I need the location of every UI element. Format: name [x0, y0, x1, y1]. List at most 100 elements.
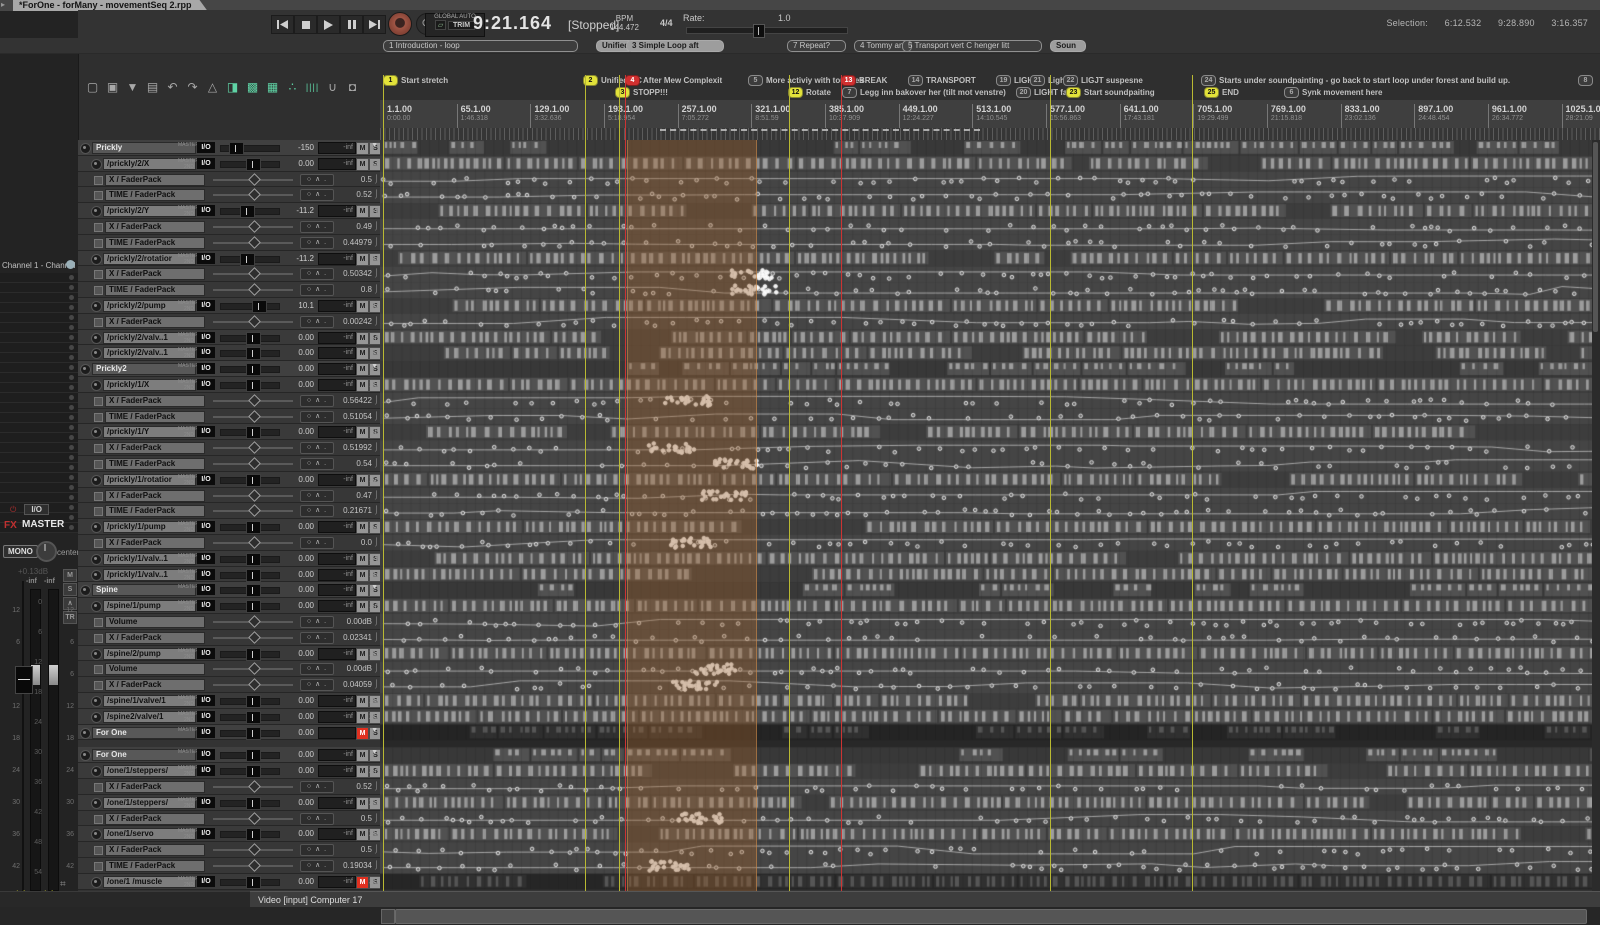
io-button[interactable]: I/O [197, 648, 215, 659]
envelope-lane-panel[interactable]: X / FaderPack○ ∧ .0.00242⌡ [78, 314, 380, 330]
envelope-lane-panel[interactable]: X / FaderPack○ ∧ .0.52⌡ [78, 779, 380, 795]
automation-items-icon[interactable]: ∴ [284, 77, 301, 96]
envelope-slider-handle[interactable] [248, 859, 261, 872]
track-panel[interactable]: /prickly/2/XMASTER2NDI/O0.00-infMS3 [78, 156, 380, 172]
volume-fader-handle[interactable] [246, 474, 261, 487]
volume-fader-handle[interactable] [246, 584, 261, 597]
envelope-arm-checkbox[interactable] [94, 681, 103, 690]
record-arm-button[interactable] [91, 380, 102, 391]
volume-fader[interactable] [220, 730, 280, 737]
envelope-mode-icon[interactable]: ⌡ [374, 616, 379, 625]
volume-fader[interactable] [220, 477, 280, 484]
envelope-lane-panel[interactable]: X / FaderPack○ ∧ .0.0⌡ [78, 535, 380, 551]
marker[interactable]: 4After Mew Complexit [625, 75, 722, 86]
region-pill[interactable]: 5 Transport vert C henger litt [902, 40, 1042, 52]
channel-list-item[interactable] [0, 323, 78, 333]
region-pill[interactable]: 3 Simple Loop aft [626, 40, 724, 52]
app-menu-icon[interactable]: ▸ [1, 0, 5, 9]
envelope-mode-icon[interactable]: ⌡ [374, 679, 379, 688]
arrange-items-canvas[interactable] [380, 140, 1600, 891]
envelope-mode-icon[interactable]: ⌡ [374, 221, 379, 230]
folder-collapse-arrow[interactable]: ▼ [371, 363, 378, 370]
play-button[interactable] [317, 15, 340, 34]
ruler-tick[interactable]: 321.1.008:51.59 [751, 104, 790, 128]
volume-fader-handle[interactable] [246, 569, 261, 582]
envelope-slider-handle[interactable] [248, 489, 261, 502]
envelope-lane-panel[interactable]: Volume○ ∧ .0.00dB⌡ [78, 614, 380, 630]
ruler-tick[interactable]: 129.1.003:32.636 [530, 104, 569, 128]
mute-button[interactable]: M [356, 797, 369, 810]
envelope-name[interactable]: X / FaderPack [105, 679, 205, 691]
mute-button[interactable]: M [356, 765, 369, 778]
envelope-name[interactable]: Volume [105, 616, 205, 628]
envelope-arm-checkbox[interactable] [94, 270, 103, 279]
meter-settings-icon[interactable]: ⌗ [60, 879, 66, 890]
envelope-value-slider[interactable] [213, 865, 293, 867]
envelope-lane-panel[interactable]: TIME / FaderPack○ ∧ .0.21671⌡ [78, 503, 380, 519]
envelope-arm-checkbox[interactable] [94, 846, 103, 855]
channel-list-item[interactable] [0, 313, 78, 323]
mute-button[interactable]: M [356, 749, 369, 762]
envelope-arm-checkbox[interactable] [94, 539, 103, 548]
envelope-lane-panel[interactable]: TIME / FaderPack○ ∧ .0.44979⌡ [78, 235, 380, 251]
envelope-value-slider[interactable] [213, 179, 293, 181]
marker[interactable]: 8 [1578, 75, 1596, 86]
record-arm-button[interactable] [91, 649, 102, 660]
channel-list-item[interactable] [0, 373, 78, 383]
io-button[interactable]: I/O [197, 474, 215, 485]
volume-fader[interactable] [220, 556, 280, 563]
track-panel[interactable]: /prickly/2/rotatiorMASTER2NDI/O-11.2-inf… [78, 251, 380, 267]
record-arm-button[interactable] [91, 206, 102, 217]
envelope-arm-checkbox[interactable] [94, 191, 103, 200]
record-arm-button[interactable] [91, 554, 102, 565]
master-io[interactable]: ⏻I/O [10, 505, 49, 515]
envelope-slider-handle[interactable] [248, 441, 261, 454]
marker[interactable]: 1Start stretch [383, 75, 448, 86]
record-arm-button[interactable] [91, 601, 102, 612]
track-panel[interactable]: /one/1 /muscleMASTER2NDI/O0.00-infMS30 [78, 874, 380, 890]
marker[interactable]: 3STOPP!!! [615, 87, 668, 98]
marker-lane[interactable]: 1Start stretch2Unified BC4After Mew Comp… [380, 75, 1600, 100]
track-panel[interactable]: /spine/1/pumpMASTER2NDI/O0.00-infMS17 [78, 598, 380, 614]
volume-fader-handle[interactable] [246, 711, 261, 724]
envelope-mode-icon[interactable]: ⌡ [374, 781, 379, 790]
envelope-arm-checkbox[interactable] [94, 460, 103, 469]
envelope-value-slider[interactable] [213, 194, 293, 196]
volume-fader[interactable] [220, 572, 280, 579]
envelope-name[interactable]: X / FaderPack [105, 316, 205, 328]
io-button[interactable]: I/O [197, 363, 215, 374]
envelope-slider-handle[interactable] [248, 812, 261, 825]
record-button[interactable] [388, 12, 412, 36]
mute-button[interactable]: M [356, 553, 369, 566]
envelope-mode-icon[interactable]: ⌡ [374, 860, 379, 869]
envelope-slider-handle[interactable] [248, 780, 261, 793]
track-panel[interactable]: /spine/1/valve/1MASTER2NDI/O0.00-infMS19 [78, 693, 380, 709]
grid-lines-icon[interactable]: |||| [304, 77, 321, 96]
envelope-arm-checkbox[interactable] [94, 783, 103, 792]
new-project-icon[interactable]: ▢ [84, 77, 101, 96]
ruler-tick[interactable]: 513.1.0014:10.545 [972, 104, 1011, 128]
record-arm-button[interactable] [91, 522, 102, 533]
envelope-value-slider[interactable] [213, 510, 293, 512]
envelope-slider-handle[interactable] [248, 505, 261, 518]
envelope-value-slider[interactable] [213, 637, 293, 639]
volume-fader-handle[interactable] [252, 300, 267, 313]
channel-list-item[interactable] [0, 463, 78, 473]
volume-fader[interactable] [220, 651, 280, 658]
io-button[interactable]: I/O [197, 300, 215, 311]
marker[interactable]: 14TRANSPORT [908, 75, 976, 86]
ruler-tick[interactable]: 449.1.0012:24.227 [899, 104, 938, 128]
io-button[interactable]: I/O [197, 765, 215, 776]
envelope-lane-panel[interactable]: X / FaderPack○ ∧ .0.49⌡ [78, 219, 380, 235]
io-button[interactable]: I/O [197, 205, 215, 216]
io-button[interactable]: I/O [197, 876, 215, 887]
track-panel[interactable]: /prickly/2/valv..1MASTER2NDI/O0.00-infMS… [78, 345, 380, 361]
envelope-slider-handle[interactable] [248, 536, 261, 549]
folder-collapse-arrow[interactable]: ▼ [371, 749, 378, 756]
envelope-mode-icon[interactable]: ⌡ [374, 395, 379, 404]
io-button[interactable]: I/O [197, 600, 215, 611]
envelope-arm-checkbox[interactable] [94, 634, 103, 643]
volume-fader[interactable] [220, 800, 280, 807]
volume-fader-handle[interactable] [240, 205, 255, 218]
mute-button[interactable]: M [356, 828, 369, 841]
